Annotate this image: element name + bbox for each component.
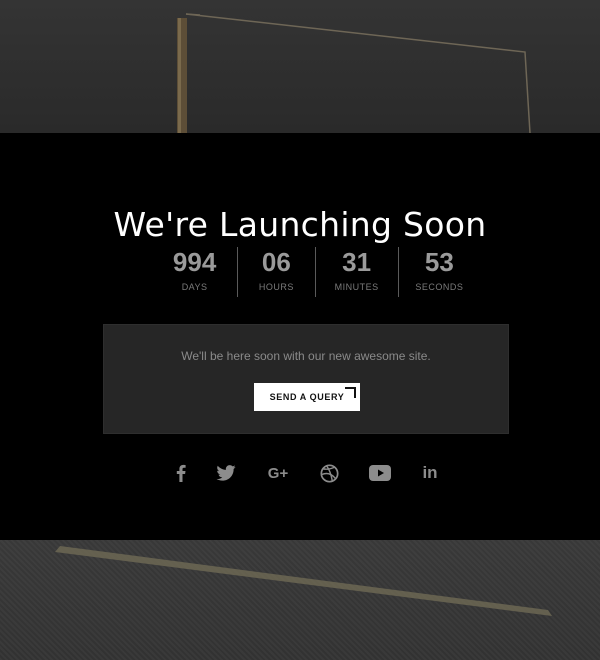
social-link-dribbble[interactable] (311, 459, 347, 487)
countdown-days-value: 994 (172, 247, 217, 277)
countdown-minutes-label: MINUTES (334, 282, 379, 292)
social-link-facebook[interactable] (163, 459, 199, 487)
background-photo-bottom (0, 540, 600, 660)
countdown-hours: 06 HOURS (237, 247, 314, 297)
send-query-button-label: SEND A QUERY (269, 392, 345, 402)
countdown-days-label: DAYS (181, 282, 208, 292)
social-link-linkedin[interactable]: in (412, 459, 448, 487)
corner-accent-icon (345, 387, 356, 398)
social-links: G+ in (160, 459, 450, 487)
countdown-hours-value: 06 (261, 247, 291, 277)
countdown-hours-label: HOURS (258, 282, 294, 292)
background-photo-top (0, 0, 600, 133)
twitter-icon (216, 465, 236, 481)
launch-panel: We're Launching Soon 994 DAYS 06 HOURS 3… (0, 133, 600, 540)
linkedin-icon: in (422, 463, 438, 482)
countdown-seconds-value: 53 (424, 247, 454, 277)
send-query-button[interactable]: SEND A QUERY (254, 383, 360, 411)
page-title: We're Launching Soon (113, 205, 487, 245)
countdown-days: 994 DAYS (152, 247, 237, 297)
notice-box: We'll be here soon with our new awesome … (103, 324, 509, 434)
google-plus-icon: G+ (267, 464, 289, 482)
countdown-seconds: 53 SECONDS (397, 247, 480, 297)
road-line-illustration (55, 546, 552, 616)
social-link-google-plus[interactable]: G+ (260, 459, 296, 487)
countdown-seconds-label: SECONDS (415, 282, 464, 292)
facebook-icon (176, 464, 186, 482)
countdown-minutes-value: 31 (342, 247, 372, 277)
youtube-icon (369, 465, 391, 481)
countdown-timer: 994 DAYS 06 HOURS 31 MINUTES 53 SECONDS (152, 247, 480, 297)
dribbble-icon (319, 463, 339, 483)
notice-message: We'll be here soon with our new awesome … (181, 349, 431, 363)
social-link-youtube[interactable] (362, 459, 398, 487)
social-link-twitter[interactable] (208, 459, 244, 487)
countdown-minutes: 31 MINUTES (314, 247, 398, 297)
billboard-illustration (177, 13, 531, 133)
